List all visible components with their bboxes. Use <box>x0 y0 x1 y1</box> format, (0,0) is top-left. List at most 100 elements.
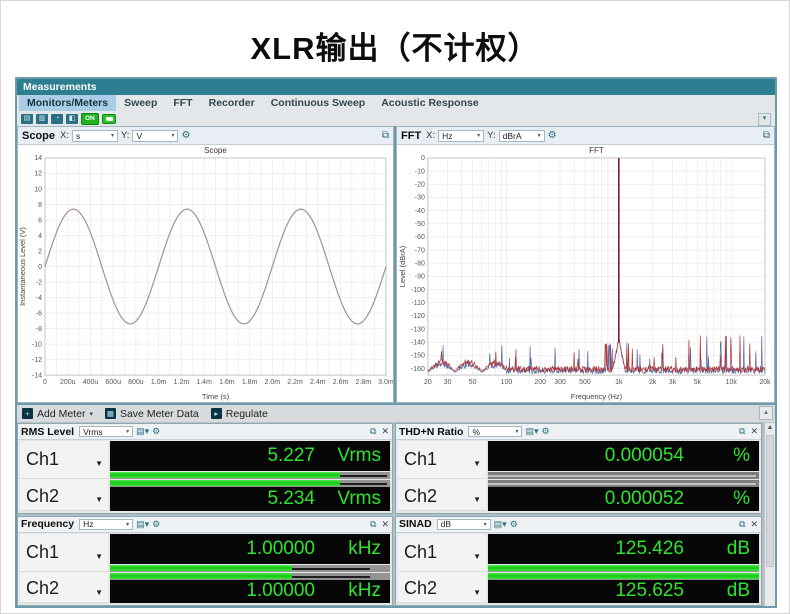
fft-header: FFT X: Hz ▾ Y: dBrA ▾ ⚙ ⧉ <box>397 127 774 145</box>
tab-continuous-sweep[interactable]: Continuous Sweep <box>263 95 374 111</box>
chevron-down-icon: ▼ <box>95 551 103 561</box>
channel-label-ch1[interactable]: Ch1 ▼ <box>20 441 108 479</box>
tab-recorder[interactable]: Recorder <box>201 95 263 111</box>
scroll-up-icon[interactable]: ▲ <box>765 424 775 431</box>
popout-icon[interactable]: ⧉ <box>763 130 770 141</box>
scope-y-unit-select[interactable]: V ▾ <box>132 129 179 142</box>
svg-text:-100: -100 <box>411 287 425 294</box>
chevron-down-icon: ▼ <box>473 495 481 504</box>
svg-text:-14: -14 <box>32 372 42 379</box>
meter-toolbar: + Add Meter ▾ ▦ Save Meter Data ▸ Regula… <box>17 403 775 423</box>
tab-acoustic-response[interactable]: Acoustic Response <box>373 95 486 111</box>
scope-plot[interactable]: -14 -12 -10 -8 -6 -4 -2 0 2 4 6 8 10 12 14 0 200u 400u 600… <box>18 145 393 402</box>
meter-view-icon[interactable]: ▥ <box>36 113 48 124</box>
svg-text:FFT: FFT <box>589 146 604 155</box>
collapse-panel-icon[interactable]: ▴ <box>759 406 773 420</box>
channel-label-ch1[interactable]: Ch1 ▼ <box>398 441 486 479</box>
unit-select[interactable]: Vrms ▾ <box>79 426 134 437</box>
display-mode-icon[interactable]: ▤▾ <box>136 519 149 530</box>
gear-icon[interactable]: ⚙ <box>548 130 557 142</box>
meters-scrollbar[interactable]: ▲ <box>764 423 775 606</box>
close-icon[interactable]: ✕ <box>750 426 758 437</box>
svg-text:4: 4 <box>38 233 42 240</box>
chevron-down-icon: ▾ <box>110 133 114 139</box>
meter-value: 125.426 <box>615 537 684 559</box>
gear-icon[interactable]: ⚙ <box>152 426 160 437</box>
svg-text:10k: 10k <box>726 379 738 386</box>
svg-text:0: 0 <box>421 155 425 162</box>
meter-value: 1.00000 <box>246 580 315 602</box>
display-mode-icon[interactable]: ▤▾ <box>525 426 538 437</box>
svg-text:0: 0 <box>38 264 42 271</box>
channel-label-ch2[interactable]: Ch2 ▼ <box>398 479 486 511</box>
app-window: Measurements Monitors/Meters Sweep FFT R… <box>15 77 777 608</box>
level-bar-ch2 <box>488 572 759 580</box>
save-meter-data-button[interactable]: ▦ Save Meter Data <box>104 408 199 420</box>
popout-icon[interactable]: ⧉ <box>739 426 745 437</box>
svg-text:10: 10 <box>34 186 42 193</box>
svg-text:2.6m: 2.6m <box>333 379 349 386</box>
tab-sweep[interactable]: Sweep <box>116 95 165 111</box>
panel-layout-icon[interactable]: ▤ <box>21 113 33 124</box>
svg-text:-50: -50 <box>415 221 425 228</box>
popout-icon[interactable]: ⧉ <box>382 130 389 141</box>
unit-value: dB <box>440 519 452 529</box>
chevron-down-icon: ▼ <box>473 587 481 597</box>
meter-name: Frequency <box>21 518 75 530</box>
unit-value: % <box>472 426 481 437</box>
channel-label-ch2[interactable]: Ch2 ▼ <box>398 571 486 603</box>
settings-panel-icon[interactable]: ◔ <box>51 113 63 124</box>
play-icon: ▸ <box>210 408 222 419</box>
display-mode-icon[interactable]: ▤▾ <box>136 426 149 437</box>
channel-label-ch2[interactable]: Ch2 ▼ <box>20 479 108 511</box>
add-meter-button[interactable]: + Add Meter ▾ <box>22 408 93 420</box>
svg-text:-90: -90 <box>415 274 425 281</box>
channel-label-ch2[interactable]: Ch2 ▼ <box>20 571 108 603</box>
popout-icon[interactable]: ⧉ <box>370 426 376 437</box>
meter-rms-level: RMS Level Vrms ▾ ▤▾ ⚙ ⧉ ✕ Ch1 ▼ 5.227 Vr… <box>17 423 393 514</box>
scope-chart: -14 -12 -10 -8 -6 -4 -2 0 2 4 6 8 10 12 14 0 200u 400u 600… <box>18 146 393 401</box>
svg-text:-12: -12 <box>32 357 42 364</box>
generator-level-icon[interactable] <box>101 113 116 124</box>
svg-text:-10: -10 <box>415 168 425 175</box>
display-mode-icon[interactable]: ▤▾ <box>494 519 507 530</box>
gear-icon[interactable]: ⚙ <box>510 519 518 530</box>
gear-icon[interactable]: ⚙ <box>181 130 190 142</box>
gear-icon[interactable]: ⚙ <box>152 519 160 530</box>
level-bar-ch1 <box>110 564 390 572</box>
value-display-ch2: 125.625 dB <box>488 579 759 603</box>
scope-panel: Scope X: s ▾ Y: V ▾ ⚙ ⧉ -14 -12 -10 -8 -6 -4- <box>17 126 394 403</box>
scrollbar-thumb[interactable] <box>766 435 774 567</box>
close-icon[interactable]: ✕ <box>381 426 389 437</box>
split-view-icon[interactable]: ◧ <box>66 113 78 124</box>
unit-select[interactable]: Hz ▾ <box>79 518 134 530</box>
unit-select[interactable]: dB ▾ <box>436 518 491 530</box>
measurement-tabs: Monitors/Meters Sweep FFT Recorder Conti… <box>17 95 775 111</box>
generator-on-toggle[interactable]: ON <box>81 112 99 125</box>
chevron-down-icon: ▾ <box>171 133 175 139</box>
gear-icon[interactable]: ⚙ <box>542 426 550 437</box>
value-display-ch2: 1.00000 kHz <box>110 579 390 603</box>
svg-text:1.2m: 1.2m <box>174 379 190 386</box>
pin-icon[interactable]: ▾ <box>758 113 771 126</box>
svg-text:200u: 200u <box>60 379 76 386</box>
save-icon: ▦ <box>104 408 116 419</box>
close-icon[interactable]: ✕ <box>750 519 758 530</box>
fft-y-unit-select[interactable]: dBrA ▾ <box>498 129 545 142</box>
scope-x-unit-select[interactable]: s ▾ <box>72 129 118 142</box>
chevron-down-icon: ▾ <box>126 429 130 435</box>
unit-select[interactable]: % ▾ <box>468 426 523 437</box>
fft-x-label: X: <box>426 130 436 141</box>
fft-plot[interactable]: 0 -10 -20 -30 -40 -50 -60 -70 -80 -90 -100 -110 -120… <box>397 145 774 402</box>
tab-fft[interactable]: FFT <box>165 95 200 111</box>
popout-icon[interactable]: ⧉ <box>739 519 745 530</box>
close-icon[interactable]: ✕ <box>381 519 389 530</box>
fft-x-unit-select[interactable]: Hz ▾ <box>438 129 485 142</box>
page-title: XLR输出（不计权） <box>250 31 540 66</box>
channel-label-ch1[interactable]: Ch1 ▼ <box>398 533 486 572</box>
measurements-title: Measurements <box>23 81 97 93</box>
channel-label-ch1[interactable]: Ch1 ▼ <box>20 533 108 572</box>
regulate-button[interactable]: ▸ Regulate <box>210 408 268 420</box>
popout-icon[interactable]: ⧉ <box>370 519 376 530</box>
tab-monitors-meters[interactable]: Monitors/Meters <box>19 95 117 111</box>
